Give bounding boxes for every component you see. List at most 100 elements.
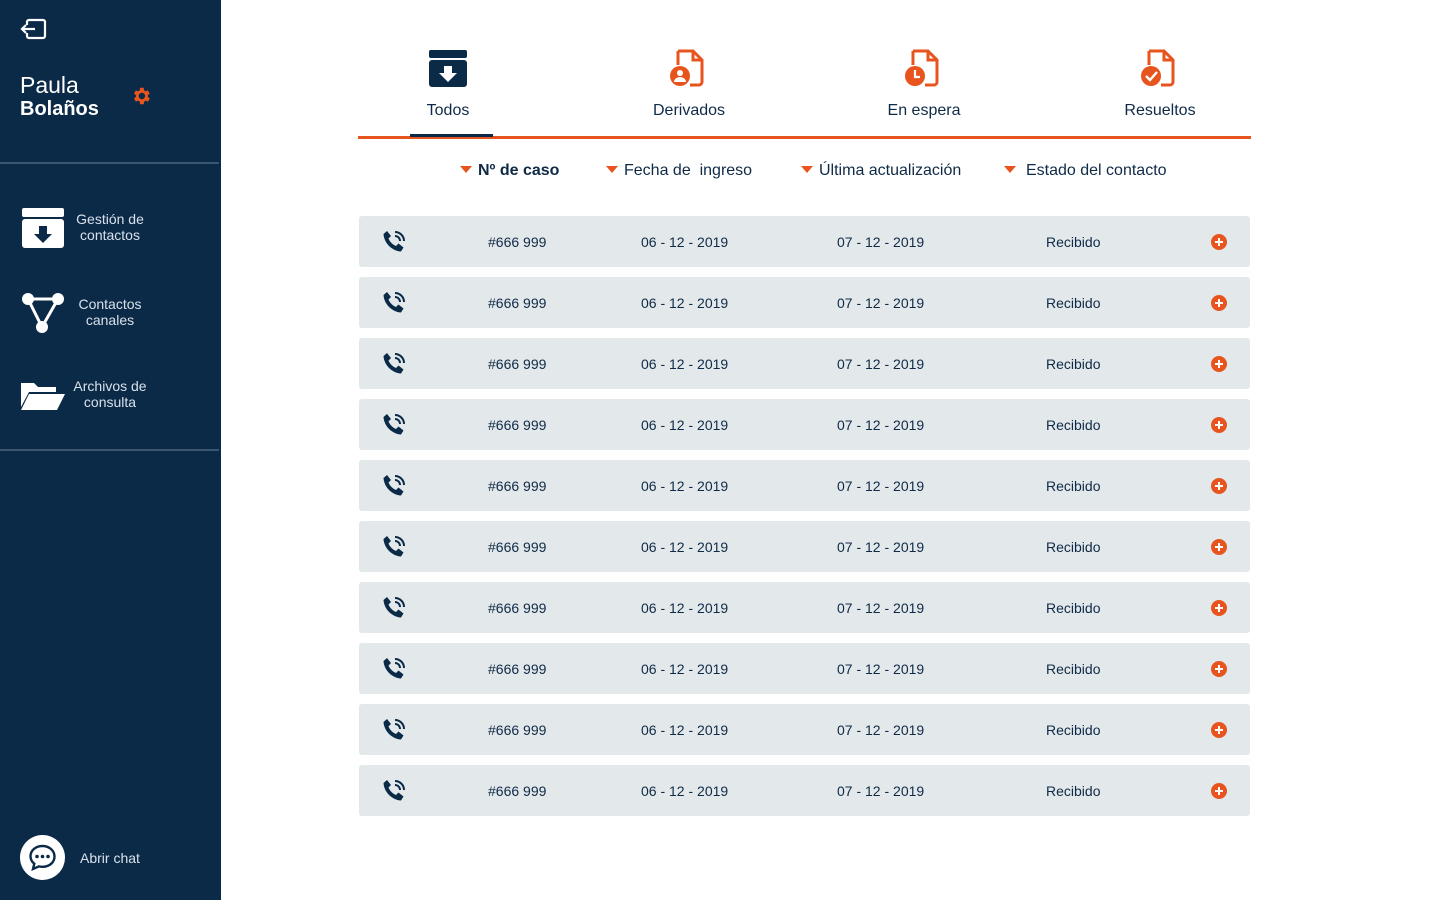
sidebar-item-label: Gestión de contactos (76, 211, 144, 243)
tab-derivados[interactable]: Derivados (599, 40, 779, 136)
entry-date: 06 - 12 - 2019 (641, 417, 729, 433)
tab-label: Todos (426, 102, 470, 119)
table-row[interactable]: #666 999 06 - 12 - 2019 07 - 12 - 2019 R… (359, 643, 1250, 694)
gear-icon[interactable] (130, 85, 152, 107)
case-number: #666 999 (488, 356, 547, 372)
expand-plus-icon[interactable] (1211, 417, 1227, 433)
sidebar-item-archivos-consulta[interactable]: Archivos de consulta (0, 365, 221, 425)
entry-date: 06 - 12 - 2019 (641, 356, 729, 372)
table-row[interactable]: #666 999 06 - 12 - 2019 07 - 12 - 2019 R… (359, 765, 1250, 816)
expand-plus-icon[interactable] (1211, 600, 1227, 616)
chat-icon (20, 835, 65, 880)
user-name: Paula Bolaños (20, 73, 99, 121)
case-number: #666 999 (488, 539, 547, 555)
last-update-date: 07 - 12 - 2019 (837, 539, 925, 555)
phone-call-icon (381, 778, 407, 804)
sort-caret-icon (460, 166, 472, 174)
tab-resueltos[interactable]: Resueltos (1070, 40, 1250, 136)
last-update-date: 07 - 12 - 2019 (837, 234, 925, 250)
last-update-date: 07 - 12 - 2019 (837, 417, 925, 433)
case-number: #666 999 (488, 722, 547, 738)
sidebar: Paula Bolaños Gestión de contactos Conta… (0, 0, 221, 900)
table-row[interactable]: #666 999 06 - 12 - 2019 07 - 12 - 2019 R… (359, 460, 1250, 511)
entry-date: 06 - 12 - 2019 (641, 234, 729, 250)
entry-date: 06 - 12 - 2019 (641, 600, 729, 616)
column-header-label: Nº de caso (478, 162, 560, 179)
expand-plus-icon[interactable] (1211, 661, 1227, 677)
table-row[interactable]: #666 999 06 - 12 - 2019 07 - 12 - 2019 R… (359, 338, 1250, 389)
phone-call-icon (381, 229, 407, 255)
column-header-ultima-actualizacion[interactable]: Última actualización (801, 162, 961, 180)
phone-call-icon (381, 717, 407, 743)
user-first-name: Paula (20, 72, 79, 98)
document-check-icon (1139, 48, 1181, 90)
sort-caret-icon (606, 166, 618, 174)
archive-download-icon (20, 206, 66, 250)
column-header-fecha-ingreso[interactable]: Fecha de ingreso (606, 162, 752, 180)
table-row[interactable]: #666 999 06 - 12 - 2019 07 - 12 - 2019 R… (359, 704, 1250, 755)
contact-status: Recibido (1046, 478, 1101, 494)
expand-plus-icon[interactable] (1211, 295, 1227, 311)
phone-call-icon (381, 351, 407, 377)
expand-plus-icon[interactable] (1211, 478, 1227, 494)
expand-plus-icon[interactable] (1211, 783, 1227, 799)
contact-status: Recibido (1046, 539, 1101, 555)
document-clock-icon (903, 48, 945, 90)
contact-status: Recibido (1046, 356, 1101, 372)
status-tabs: Todos Derivados En espera Resueltos (358, 40, 1251, 140)
last-update-date: 07 - 12 - 2019 (837, 478, 925, 494)
sidebar-item-contactos-canales[interactable]: Contactos canales (0, 283, 221, 343)
expand-plus-icon[interactable] (1211, 539, 1227, 555)
last-update-date: 07 - 12 - 2019 (837, 661, 925, 677)
table-row[interactable]: #666 999 06 - 12 - 2019 07 - 12 - 2019 R… (359, 399, 1250, 450)
tab-label: Derivados (652, 102, 726, 119)
last-update-date: 07 - 12 - 2019 (837, 295, 925, 311)
last-update-date: 07 - 12 - 2019 (837, 356, 925, 372)
case-number: #666 999 (488, 478, 547, 494)
tab-label: En espera (887, 102, 961, 119)
sort-caret-icon (1004, 166, 1016, 174)
sidebar-item-gestion-contactos[interactable]: Gestión de contactos (0, 198, 221, 258)
user-last-name: Bolaños (20, 98, 99, 120)
case-number: #666 999 (488, 600, 547, 616)
contact-status: Recibido (1046, 234, 1101, 250)
expand-plus-icon[interactable] (1211, 722, 1227, 738)
table-row[interactable]: #666 999 06 - 12 - 2019 07 - 12 - 2019 R… (359, 277, 1250, 328)
logout-icon[interactable] (20, 18, 48, 42)
archive-download-icon (427, 48, 469, 90)
column-header-label: Estado del contacto (1026, 162, 1167, 179)
sidebar-divider (0, 162, 219, 164)
table-row[interactable]: #666 999 06 - 12 - 2019 07 - 12 - 2019 R… (359, 521, 1250, 572)
active-tab-indicator (410, 134, 493, 137)
entry-date: 06 - 12 - 2019 (641, 661, 729, 677)
tab-en-espera[interactable]: En espera (834, 40, 1014, 136)
phone-call-icon (381, 656, 407, 682)
expand-plus-icon[interactable] (1211, 234, 1227, 250)
contact-status: Recibido (1046, 295, 1101, 311)
expand-plus-icon[interactable] (1211, 356, 1227, 372)
phone-call-icon (381, 595, 407, 621)
network-nodes-icon (20, 291, 66, 335)
open-chat-button[interactable]: Abrir chat (20, 835, 200, 881)
contact-status: Recibido (1046, 661, 1101, 677)
entry-date: 06 - 12 - 2019 (641, 478, 729, 494)
entry-date: 06 - 12 - 2019 (641, 295, 729, 311)
column-header-estado-contacto[interactable]: Estado del contacto (1004, 162, 1167, 180)
table-row[interactable]: #666 999 06 - 12 - 2019 07 - 12 - 2019 R… (359, 582, 1250, 633)
entry-date: 06 - 12 - 2019 (641, 539, 729, 555)
last-update-date: 07 - 12 - 2019 (837, 722, 925, 738)
column-header-label: Fecha de ingreso (624, 162, 753, 179)
sidebar-item-label: Contactos canales (78, 296, 142, 328)
folder-open-icon (20, 373, 66, 417)
entry-date: 06 - 12 - 2019 (641, 783, 729, 799)
tab-todos[interactable]: Todos (358, 40, 538, 136)
last-update-date: 07 - 12 - 2019 (837, 783, 925, 799)
phone-call-icon (381, 534, 407, 560)
sort-caret-icon (801, 166, 813, 174)
column-header-caso[interactable]: Nº de caso (460, 162, 559, 180)
case-list: #666 999 06 - 12 - 2019 07 - 12 - 2019 R… (359, 216, 1250, 826)
table-row[interactable]: #666 999 06 - 12 - 2019 07 - 12 - 2019 R… (359, 216, 1250, 267)
phone-call-icon (381, 412, 407, 438)
tab-label: Resueltos (1124, 102, 1196, 119)
column-header-label: Última actualización (819, 162, 962, 179)
